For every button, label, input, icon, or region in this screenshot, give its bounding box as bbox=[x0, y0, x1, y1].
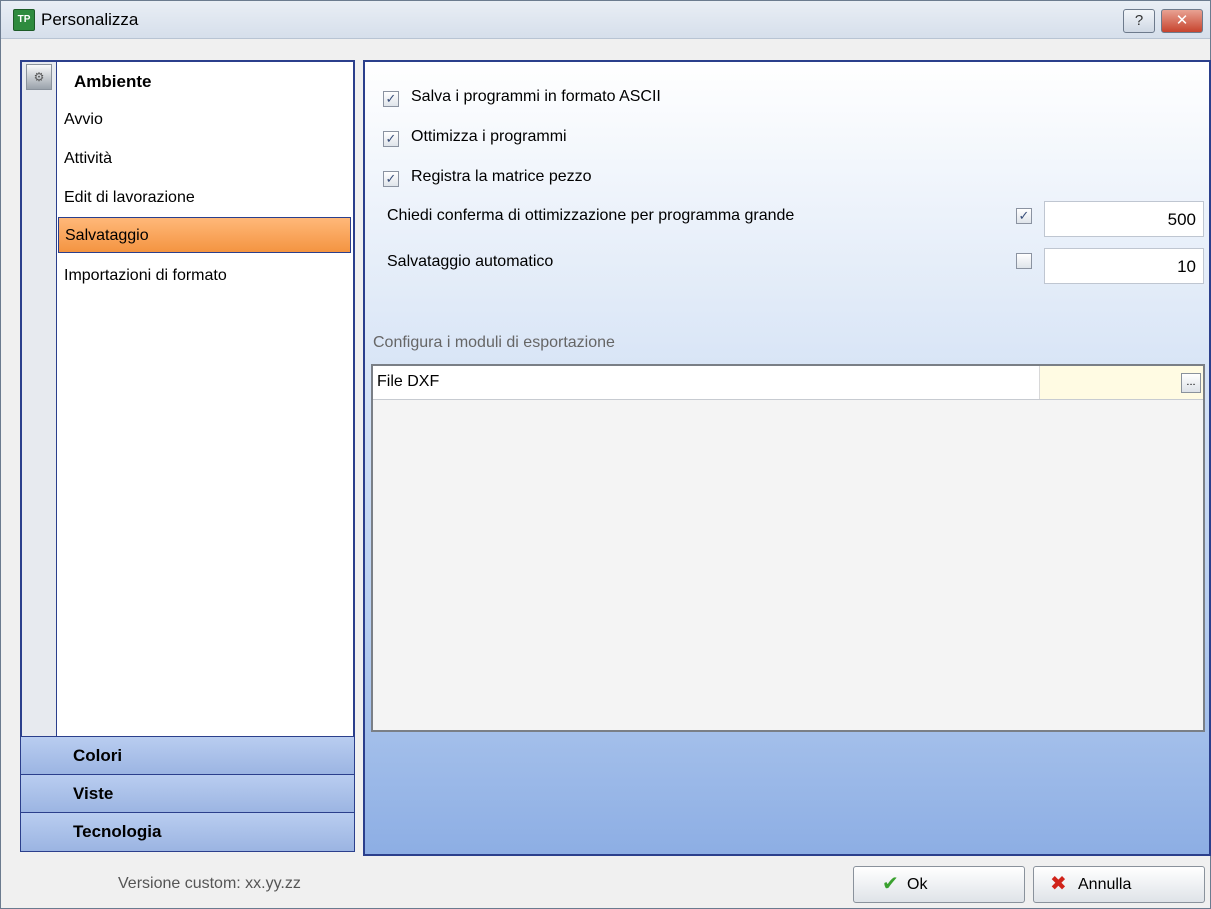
version-text: Versione custom: xx.yy.zz bbox=[118, 875, 301, 892]
dialog-window: TP Personalizza ? ✕ ⚙ Ambiente Avvio Att… bbox=[0, 0, 1211, 909]
confirm-threshold-input[interactable]: 500 bbox=[1044, 201, 1204, 237]
export-section-label: Configura i moduli di esportazione bbox=[373, 334, 615, 351]
close-button[interactable]: ✕ bbox=[1161, 9, 1203, 33]
matrix-checkbox[interactable]: ✓ bbox=[383, 171, 399, 187]
ascii-label: Salva i programmi in formato ASCII bbox=[411, 88, 661, 105]
sidebar-item-importazioni[interactable]: Importazioni di formato bbox=[58, 258, 351, 294]
export-module-value[interactable]: ... bbox=[1039, 366, 1203, 399]
nav-section-ambiente: ⚙ Ambiente Avvio Attività Edit di lavora… bbox=[20, 60, 355, 741]
ok-button[interactable]: ✔ Ok bbox=[853, 866, 1025, 903]
app-logo-icon: TP bbox=[13, 9, 35, 31]
title-bar: TP Personalizza ? ✕ bbox=[1, 1, 1210, 39]
sidebar-item-edit-lavorazione[interactable]: Edit di lavorazione bbox=[58, 180, 351, 216]
optimize-label: Ottimizza i programmi bbox=[411, 128, 567, 145]
sidebar-item-attivita[interactable]: Attività bbox=[58, 141, 351, 177]
confirm-label: Chiedi conferma di ottimizzazione per pr… bbox=[387, 207, 795, 224]
autosave-checkbox[interactable] bbox=[1016, 253, 1032, 269]
sidebar-nav: ⚙ Ambiente Avvio Attività Edit di lavora… bbox=[20, 60, 355, 854]
nav-group-tecnologia[interactable]: Tecnologia bbox=[20, 812, 355, 852]
option-optimize[interactable]: ✓ Ottimizza i programmi bbox=[383, 125, 567, 149]
export-module-name: File DXF bbox=[377, 373, 440, 390]
cancel-button[interactable]: ✖ Annulla bbox=[1033, 866, 1205, 903]
settings-panel: ✓ Salva i programmi in formato ASCII ✓ Ott… bbox=[363, 60, 1211, 856]
environment-icon: ⚙ bbox=[26, 64, 52, 90]
ok-label: Ok bbox=[907, 876, 928, 893]
option-matrix[interactable]: ✓ Registra la matrice pezzo bbox=[383, 165, 592, 189]
nav-heading-ambiente[interactable]: Ambiente bbox=[74, 72, 151, 92]
table-row[interactable]: File DXF ... bbox=[373, 366, 1203, 400]
sidebar-item-avvio[interactable]: Avvio bbox=[58, 102, 351, 138]
autosave-label: Salvataggio automatico bbox=[387, 253, 554, 270]
ascii-checkbox[interactable]: ✓ bbox=[383, 91, 399, 107]
option-ascii[interactable]: ✓ Salva i programmi in formato ASCII bbox=[383, 85, 661, 109]
nav-group-viste[interactable]: Viste bbox=[20, 774, 355, 814]
x-icon: ✖ bbox=[1050, 873, 1067, 895]
nav-group-colori[interactable]: Colori bbox=[20, 736, 355, 776]
matrix-label: Registra la matrice pezzo bbox=[411, 168, 592, 185]
window-title: Personalizza bbox=[41, 10, 139, 29]
confirm-checkbox[interactable]: ✓ bbox=[1016, 208, 1032, 224]
help-button[interactable]: ? bbox=[1123, 9, 1155, 33]
autosave-interval-input[interactable]: 10 bbox=[1044, 248, 1204, 284]
nav-icon-strip: ⚙ bbox=[22, 62, 57, 739]
browse-button[interactable]: ... bbox=[1181, 373, 1201, 393]
optimize-checkbox[interactable]: ✓ bbox=[383, 131, 399, 147]
sidebar-item-salvataggio[interactable]: Salvataggio bbox=[58, 217, 351, 253]
export-modules-grid: File DXF ... bbox=[371, 364, 1205, 732]
cancel-label: Annulla bbox=[1078, 876, 1132, 893]
checkmark-icon: ✔ bbox=[882, 873, 899, 895]
